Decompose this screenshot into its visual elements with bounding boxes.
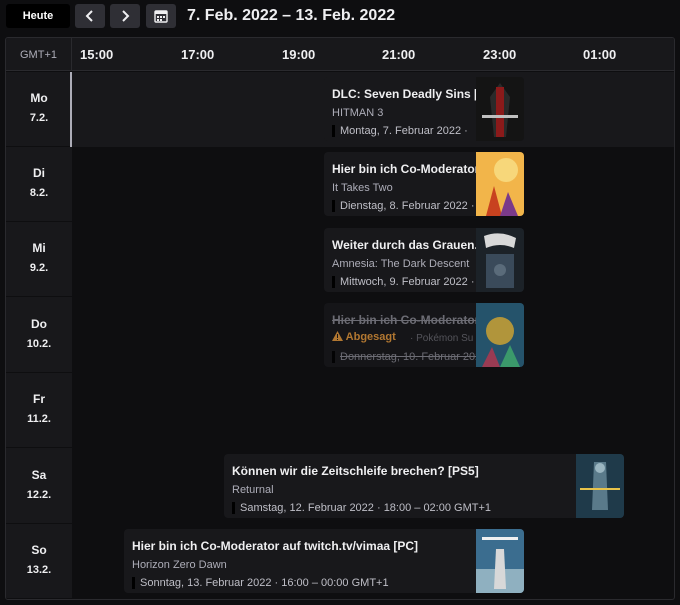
timezone-label: GMT+1 bbox=[6, 38, 72, 71]
event-card[interactable]: DLC: Seven Deadly Sins [ HITMAN 3 Montag… bbox=[324, 77, 524, 141]
game-cover-image bbox=[476, 303, 524, 367]
event-game: Amnesia: The Dark Descent bbox=[332, 258, 470, 270]
event-title: Hier bin ich Co-Moderator auf twitch.tv/… bbox=[132, 539, 419, 553]
event-time: Donnerstag, 10. Februar 202 bbox=[332, 351, 481, 363]
day-date: 12.2. bbox=[26, 489, 52, 501]
day-date: 10.2. bbox=[26, 338, 52, 350]
cancelled-label: Abgesagt bbox=[345, 331, 396, 343]
day-date: 13.2. bbox=[26, 564, 52, 576]
event-card[interactable]: Hier bin ich Co-Moderator It Takes Two D… bbox=[324, 152, 524, 216]
day-monday: Mo 7.2. bbox=[6, 72, 72, 147]
hour-label: 17:00 bbox=[181, 47, 215, 62]
toolbar: Heute 7. Feb. 2022 – 13. Feb. 2022 bbox=[0, 0, 680, 34]
event-card[interactable]: Weiter durch das Grauen. Amnesia: The Da… bbox=[324, 228, 524, 292]
calendar-picker-button[interactable] bbox=[146, 4, 176, 28]
event-title: Weiter durch das Grauen. bbox=[332, 238, 478, 252]
event-time: Dienstag, 8. Februar 2022 · bbox=[332, 200, 475, 212]
game-cover-image bbox=[476, 152, 524, 216]
game-cover-image bbox=[476, 228, 524, 292]
day-name: Fr bbox=[33, 392, 45, 406]
day-thursday: Do 10.2. bbox=[6, 298, 72, 373]
event-game: Horizon Zero Dawn bbox=[132, 559, 227, 571]
schedule-grid: GMT+1 15:00 17:00 19:00 21:00 23:00 01:0… bbox=[5, 37, 675, 600]
event-title: Hier bin ich Co-Moderator bbox=[332, 162, 480, 176]
hour-label: 23:00 bbox=[483, 47, 517, 62]
warning-icon bbox=[332, 331, 343, 341]
event-game: Returnal bbox=[232, 484, 274, 496]
day-date: 9.2. bbox=[29, 262, 49, 274]
event-title: DLC: Seven Deadly Sins [ bbox=[332, 87, 479, 101]
day-name: Mo bbox=[30, 91, 48, 105]
event-time: Montag, 7. Februar 2022 · bbox=[332, 125, 468, 137]
day-name: Do bbox=[31, 317, 47, 331]
hour-label: 15:00 bbox=[80, 47, 114, 62]
event-game: HITMAN 3 bbox=[332, 107, 384, 119]
current-time-indicator bbox=[70, 72, 72, 147]
day-date: 7.2. bbox=[29, 112, 49, 124]
chevron-right-icon bbox=[122, 10, 130, 22]
day-name: Mi bbox=[32, 241, 46, 255]
game-cover-image bbox=[476, 529, 524, 593]
event-time: Sonntag, 13. Februar 2022 · 16:00 – 00:0… bbox=[132, 577, 389, 589]
game-cover-image bbox=[576, 454, 624, 518]
day-friday: Fr 11.2. bbox=[6, 373, 72, 448]
date-range-title: 7. Feb. 2022 – 13. Feb. 2022 bbox=[187, 7, 396, 24]
event-time: Samstag, 12. Februar 2022 · 18:00 – 02:0… bbox=[232, 502, 491, 514]
day-sunday: So 13.2. bbox=[6, 524, 72, 599]
hour-label: 19:00 bbox=[282, 47, 316, 62]
chevron-left-icon bbox=[85, 10, 93, 22]
event-time: Mittwoch, 9. Februar 2022 · bbox=[332, 276, 475, 288]
hour-label: 21:00 bbox=[382, 47, 416, 62]
day-saturday: Sa 12.2. bbox=[6, 449, 72, 524]
calendar-icon bbox=[154, 10, 168, 23]
day-name: So bbox=[31, 543, 47, 557]
event-card-cancelled[interactable]: Hier bin ich Co-Moderator Abgesagt · Pok… bbox=[324, 303, 524, 367]
day-wednesday: Mi 9.2. bbox=[6, 222, 72, 297]
day-date: 8.2. bbox=[29, 187, 49, 199]
hour-label: 01:00 bbox=[583, 47, 617, 62]
day-tuesday: Di 8.2. bbox=[6, 147, 72, 222]
today-button[interactable]: Heute bbox=[6, 4, 70, 28]
event-game: · Pokémon Su bbox=[410, 333, 474, 344]
event-card[interactable]: Können wir die Zeitschleife brechen? [PS… bbox=[224, 454, 624, 518]
day-name: Di bbox=[33, 166, 45, 180]
day-name: Sa bbox=[31, 468, 47, 482]
event-title: Können wir die Zeitschleife brechen? [PS… bbox=[232, 464, 479, 478]
next-week-button[interactable] bbox=[110, 4, 140, 28]
day-date: 11.2. bbox=[27, 413, 51, 425]
event-title: Hier bin ich Co-Moderator bbox=[332, 313, 480, 327]
cancelled-badge: Abgesagt bbox=[332, 331, 396, 343]
game-cover-image bbox=[476, 77, 524, 141]
day-column: Mo 7.2. Di 8.2. Mi 9.2. Do 10.2. Fr 11.2… bbox=[6, 72, 72, 599]
event-card[interactable]: Hier bin ich Co-Moderator auf twitch.tv/… bbox=[124, 529, 524, 593]
time-header: GMT+1 15:00 17:00 19:00 21:00 23:00 01:0… bbox=[6, 38, 674, 71]
event-game: It Takes Two bbox=[332, 182, 393, 194]
previous-week-button[interactable] bbox=[75, 4, 105, 28]
